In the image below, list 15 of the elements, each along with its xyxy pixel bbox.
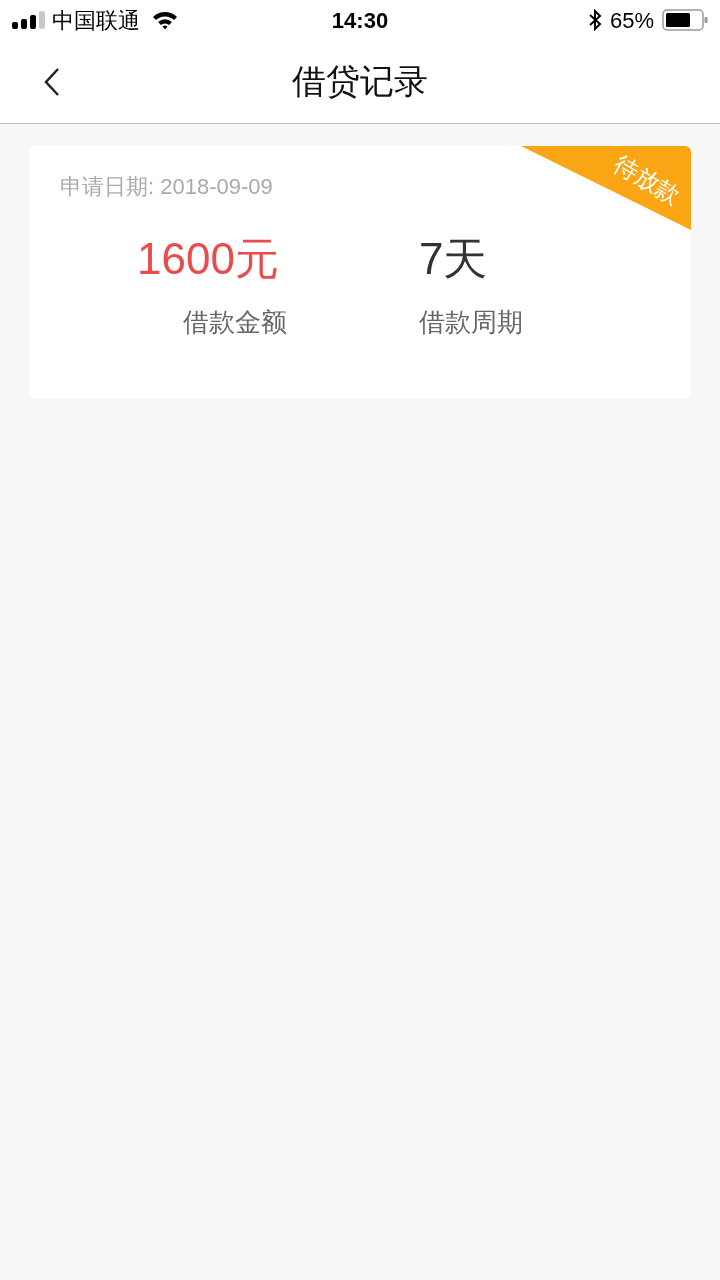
carrier-name: 中国联通 <box>52 6 140 35</box>
amount-label: 借款金额 <box>183 306 288 339</box>
battery-icon <box>662 9 708 31</box>
page-title: 借贷记录 <box>292 61 428 102</box>
application-date: 申请日期: 2018-09-09 <box>60 173 273 201</box>
loan-period: 7天 <box>419 233 489 285</box>
loan-amount: 1600元 <box>137 233 280 285</box>
wifi-icon <box>152 10 178 30</box>
status-time: 14:30 <box>331 6 389 35</box>
status-label: 待放款 <box>608 148 687 212</box>
signal-icon <box>12 11 46 29</box>
period-label: 借款周期 <box>419 306 523 339</box>
back-icon <box>43 67 61 97</box>
battery-percent: 65% <box>609 6 654 35</box>
bluetooth-icon <box>587 9 602 31</box>
